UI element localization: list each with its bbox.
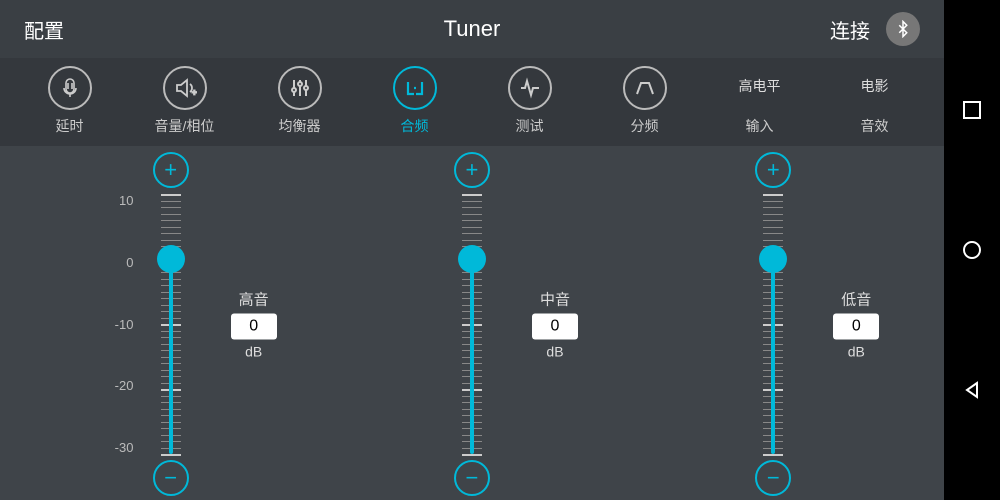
- channel-value: 0: [532, 314, 578, 340]
- slider-readout: 低音 0 dB: [833, 289, 879, 360]
- channel-unit: dB: [546, 344, 563, 360]
- sliders-area: + 100-10-20-30 高音 0 dB − +: [0, 146, 944, 500]
- tab-secondary: 电影: [861, 76, 889, 96]
- tab-cross[interactable]: 合频: [365, 66, 465, 136]
- increase-button[interactable]: +: [153, 152, 189, 188]
- decrease-button[interactable]: −: [153, 460, 189, 496]
- increase-button[interactable]: +: [454, 152, 490, 188]
- channel-value: 0: [833, 314, 879, 340]
- page-title: Tuner: [224, 16, 720, 42]
- tab-sound[interactable]: 电影音效: [825, 66, 925, 136]
- bluetooth-icon[interactable]: [886, 12, 920, 46]
- tab-test[interactable]: 测试: [480, 66, 580, 136]
- slider-thumb[interactable]: [759, 245, 787, 273]
- connect-button[interactable]: 连接: [830, 15, 870, 44]
- tab-label: 测试: [516, 116, 544, 136]
- channel-label: 中音: [540, 289, 570, 310]
- tab-secondary: 高电平: [739, 76, 781, 96]
- decrease-button[interactable]: −: [454, 460, 490, 496]
- channel-unit: dB: [848, 344, 865, 360]
- tab-label: 延时: [56, 116, 84, 136]
- android-nav-bar: [944, 0, 1000, 500]
- pulse-icon: [508, 66, 552, 110]
- trapezoid-icon: [623, 66, 667, 110]
- slider-readout: 中音 0 dB: [532, 289, 578, 360]
- channel-label: 高音: [239, 289, 269, 310]
- recent-apps-button[interactable]: [961, 99, 983, 121]
- slider-track[interactable]: 低音 0 dB: [763, 194, 783, 454]
- slider-track[interactable]: 100-10-20-30 高音 0 dB: [161, 194, 181, 454]
- slider-readout: 高音 0 dB: [231, 289, 277, 360]
- cross-icon: [393, 66, 437, 110]
- tab-label: 合频: [401, 116, 429, 136]
- speaker-icon: +: [163, 66, 207, 110]
- tab-volume[interactable]: + 音量/相位: [135, 66, 235, 136]
- tab-input[interactable]: 高电平输入: [710, 66, 810, 136]
- tab-label: 音效: [861, 116, 889, 136]
- sliders-icon: [278, 66, 322, 110]
- tab-label: 均衡器: [279, 116, 321, 136]
- channel-value: 0: [231, 314, 277, 340]
- slider-scale: 100-10-20-30: [115, 194, 134, 454]
- slider-mid: + 中音 0 dB −: [454, 152, 490, 500]
- tab-xover[interactable]: 分频: [595, 66, 695, 136]
- config-button[interactable]: 配置: [24, 15, 224, 44]
- slider-track[interactable]: 中音 0 dB: [462, 194, 482, 454]
- tab-delay[interactable]: 延时: [20, 66, 120, 136]
- channel-unit: dB: [245, 344, 262, 360]
- tab-label: 输入: [746, 116, 774, 136]
- slider-thumb[interactable]: [157, 245, 185, 273]
- back-button[interactable]: [961, 379, 983, 401]
- decrease-button[interactable]: −: [755, 460, 791, 496]
- tab-eq[interactable]: 均衡器: [250, 66, 350, 136]
- slider-high: + 100-10-20-30 高音 0 dB −: [153, 152, 189, 500]
- top-bar: 配置 Tuner 连接: [0, 0, 944, 58]
- tabs-row: 延时+音量/相位均衡器合频测试分频高电平输入电影音效: [0, 58, 944, 146]
- home-button[interactable]: [961, 239, 983, 261]
- slider-low: + 低音 0 dB −: [755, 152, 791, 500]
- channel-label: 低音: [841, 289, 871, 310]
- increase-button[interactable]: +: [755, 152, 791, 188]
- mic-icon: [48, 66, 92, 110]
- tab-label: 音量/相位: [155, 116, 215, 136]
- slider-thumb[interactable]: [458, 245, 486, 273]
- tab-label: 分频: [631, 116, 659, 136]
- svg-text:+: +: [192, 88, 197, 97]
